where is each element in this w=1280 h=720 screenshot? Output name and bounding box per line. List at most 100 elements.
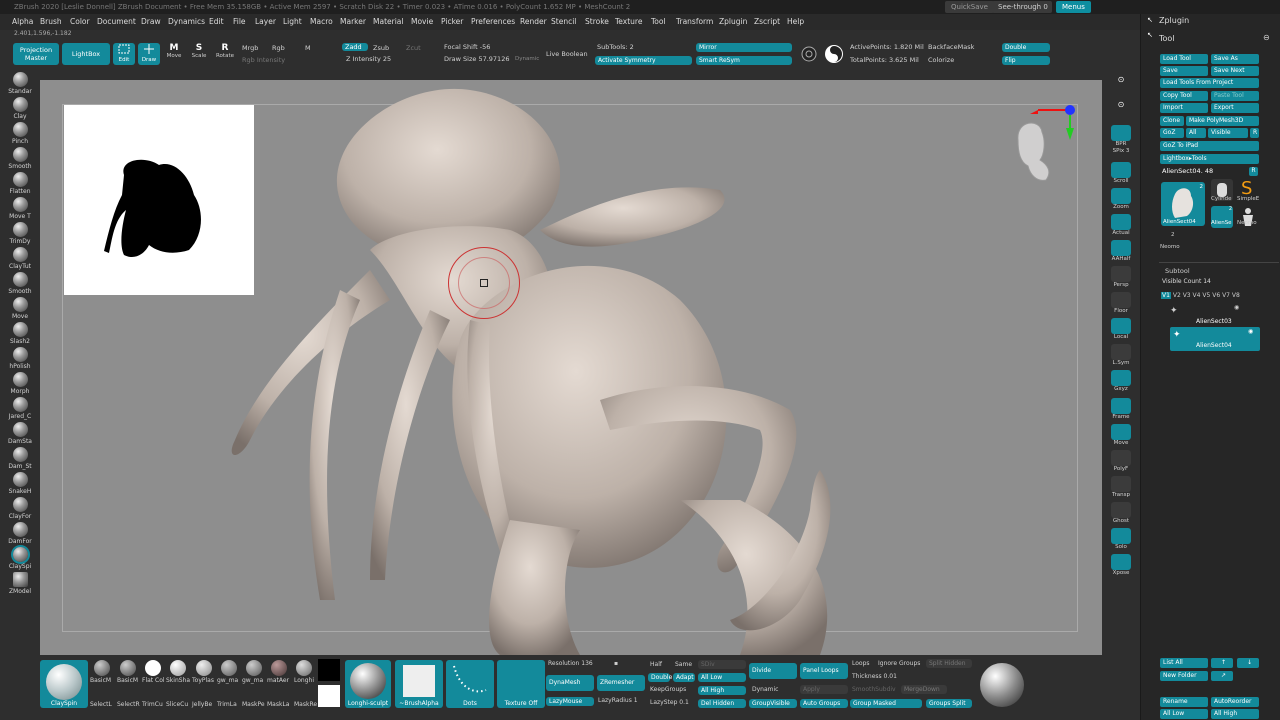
all-high-subdiv-button[interactable]: All High bbox=[698, 686, 746, 695]
menu-stroke[interactable]: Stroke bbox=[585, 14, 609, 30]
material-ball-icon[interactable] bbox=[246, 660, 262, 676]
load-tools-from-project-button[interactable]: Load Tools From Project bbox=[1160, 78, 1259, 88]
mrgb-button[interactable]: Mrgb bbox=[242, 44, 258, 52]
colorize-button[interactable]: Colorize bbox=[928, 56, 954, 64]
menu-marker[interactable]: Marker bbox=[340, 14, 366, 30]
copy-tool-button[interactable]: Copy Tool bbox=[1160, 91, 1208, 101]
tool-header[interactable]: Tool bbox=[1159, 34, 1175, 43]
draw-size-slider[interactable]: Draw Size 57.97126 bbox=[444, 55, 509, 63]
frame-button[interactable]: Frame bbox=[1105, 398, 1137, 424]
collapse-icon[interactable]: ⊖ bbox=[1263, 33, 1270, 42]
actual-button[interactable]: Actual bbox=[1105, 214, 1137, 240]
resolution-slider[interactable]: Resolution 136 bbox=[548, 660, 593, 667]
version-v4[interactable]: V4 bbox=[1193, 292, 1201, 299]
menu-render[interactable]: Render bbox=[520, 14, 547, 30]
autoreorder-button[interactable]: AutoReorder bbox=[1211, 697, 1259, 707]
see-through-slider[interactable]: See-through 0 bbox=[992, 1, 1052, 13]
brush-pinch[interactable]: Pinch bbox=[2, 122, 38, 147]
dynamic-toggle[interactable]: Dynamic bbox=[515, 56, 539, 62]
tool-thumb-simplebrush[interactable]: S bbox=[1237, 176, 1259, 199]
all-low-subdiv-button[interactable]: All Low bbox=[698, 673, 746, 682]
brush-clayfor[interactable]: ClayFor bbox=[2, 497, 38, 522]
new-folder-button[interactable]: New Folder bbox=[1160, 671, 1208, 681]
brush-hpolish[interactable]: hPolish bbox=[2, 347, 38, 372]
clone-button[interactable]: Clone bbox=[1160, 116, 1184, 126]
lazystep-slider[interactable]: LazyStep 0.1 bbox=[650, 699, 689, 706]
flip-button[interactable]: Flip bbox=[1002, 56, 1050, 65]
brush-dam-st[interactable]: Dam_St bbox=[2, 447, 38, 472]
move-view-button[interactable]: Move bbox=[1105, 424, 1137, 450]
load-tool-button[interactable]: Load Tool bbox=[1160, 54, 1208, 64]
menu-brush[interactable]: Brush bbox=[40, 14, 62, 30]
brush-move-topological[interactable]: Move T bbox=[2, 197, 38, 222]
version-v1[interactable]: V1 bbox=[1161, 292, 1171, 299]
brush-flatten[interactable]: Flatten bbox=[2, 172, 38, 197]
adapt-toggle[interactable]: Adapt bbox=[673, 673, 695, 682]
half-button[interactable]: Half bbox=[650, 661, 662, 668]
menu-light[interactable]: Light bbox=[283, 14, 302, 30]
edit-button[interactable]: Edit bbox=[113, 43, 135, 65]
brush-jared-c[interactable]: Jared_C bbox=[2, 397, 38, 422]
lazymouse-button[interactable]: LazyMouse bbox=[546, 697, 594, 706]
menu-macro[interactable]: Macro bbox=[310, 14, 333, 30]
menu-movie[interactable]: Movie bbox=[411, 14, 433, 30]
lightbox-orb-icon[interactable] bbox=[824, 44, 844, 64]
save-as-button[interactable]: Save As bbox=[1211, 54, 1259, 64]
current-brush-tile[interactable]: ClaySpin bbox=[40, 660, 88, 708]
goz-all-button[interactable]: All bbox=[1186, 128, 1206, 138]
menu-dynamics[interactable]: Dynamics bbox=[168, 14, 205, 30]
double-toggle[interactable]: Double bbox=[648, 673, 672, 682]
version-v8[interactable]: V8 bbox=[1232, 292, 1240, 299]
goz-to-ipad-button[interactable]: GoZ To iPad bbox=[1160, 141, 1259, 151]
spotlight-icon[interactable] bbox=[801, 46, 817, 62]
mirror-button[interactable]: Mirror bbox=[696, 43, 792, 52]
lazyradius-slider[interactable]: LazyRadius 1 bbox=[598, 697, 638, 704]
menu-zplugin[interactable]: Zplugin bbox=[719, 14, 747, 30]
z-intensity-slider[interactable]: Z Intensity 25 bbox=[346, 55, 391, 63]
menu-material[interactable]: Material bbox=[373, 14, 403, 30]
brush-name[interactable]: TrimLa bbox=[217, 701, 237, 708]
brush-name[interactable]: Longhi bbox=[294, 677, 314, 684]
zsub-button[interactable]: Zsub bbox=[373, 44, 389, 52]
brush-name[interactable]: SliceCu bbox=[166, 701, 188, 708]
subtool-eye-icon[interactable]: ◉ bbox=[1234, 304, 1239, 311]
brush-name[interactable]: Flat Col bbox=[142, 677, 165, 684]
menu-help[interactable]: Help bbox=[787, 14, 804, 30]
menu-texture[interactable]: Texture bbox=[615, 14, 642, 30]
rename-button[interactable]: Rename bbox=[1160, 697, 1208, 707]
solo-button[interactable]: Solo bbox=[1105, 528, 1137, 554]
groups-split-button[interactable]: Groups Split bbox=[926, 699, 972, 708]
all-high-button[interactable]: All High bbox=[1211, 709, 1259, 719]
list-all-button[interactable]: List All bbox=[1160, 658, 1208, 668]
menu-preferences[interactable]: Preferences bbox=[471, 14, 515, 30]
keepgroups-button[interactable]: KeepGroups bbox=[650, 686, 686, 693]
apply-button[interactable]: Apply bbox=[800, 685, 848, 694]
brush-zmodeler[interactable]: ZModel bbox=[2, 572, 38, 597]
menu-draw[interactable]: Draw bbox=[141, 14, 161, 30]
stroke-tile[interactable]: Dots bbox=[446, 660, 494, 708]
material-ball-icon[interactable] bbox=[271, 660, 287, 676]
brush-name[interactable]: SelectL bbox=[90, 701, 112, 708]
export-button[interactable]: Export bbox=[1211, 103, 1259, 113]
menu-layer[interactable]: Layer bbox=[255, 14, 276, 30]
brush-name[interactable]: MaskPe bbox=[242, 701, 265, 708]
primary-color-swatch[interactable] bbox=[318, 659, 340, 681]
material-ball-icon[interactable] bbox=[145, 660, 161, 676]
dynamesh-button[interactable]: DynaMesh bbox=[546, 675, 594, 691]
menu-tool[interactable]: Tool bbox=[651, 14, 666, 30]
zcut-button[interactable]: Zcut bbox=[406, 44, 421, 52]
material-ball-icon[interactable] bbox=[170, 660, 186, 676]
brush-name[interactable]: gw_ma bbox=[217, 677, 238, 684]
goz-button[interactable]: GoZ bbox=[1160, 128, 1184, 138]
save-button[interactable]: Save bbox=[1160, 66, 1208, 76]
live-boolean-button[interactable]: Live Boolean bbox=[546, 50, 588, 58]
brush-clayspin[interactable]: ClaySpi bbox=[2, 547, 38, 572]
current-tool-r-button[interactable]: R bbox=[1249, 167, 1258, 176]
subtool-eye-icon[interactable]: ◉ bbox=[1248, 328, 1253, 335]
menu-transform[interactable]: Transform bbox=[676, 14, 713, 30]
brush-move[interactable]: Move bbox=[2, 297, 38, 322]
material-tile[interactable]: Longhi-sculpt bbox=[345, 660, 391, 708]
draw-button[interactable]: Draw bbox=[138, 43, 160, 65]
lightbox-tools-button[interactable]: Lightbox▸Tools bbox=[1160, 154, 1259, 164]
brush-name[interactable]: MaskLa bbox=[267, 701, 289, 708]
